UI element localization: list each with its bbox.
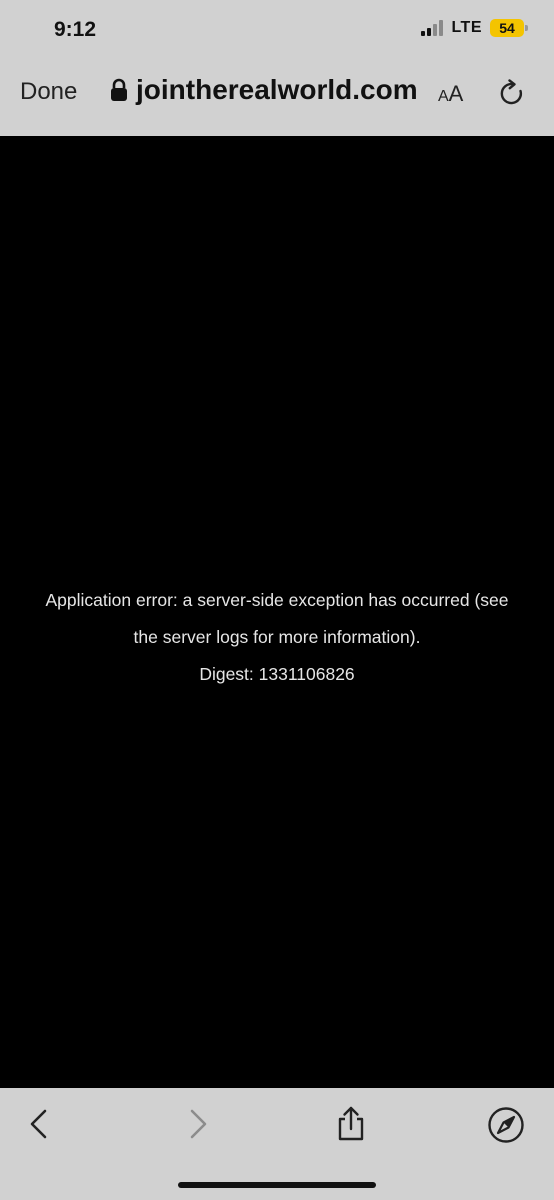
status-time: 9:12	[54, 18, 97, 41]
battery-icon: 54	[490, 19, 528, 37]
reload-icon[interactable]	[497, 78, 527, 108]
chevron-right-icon[interactable]	[180, 1106, 216, 1142]
error-message: Application error: a server-side excepti…	[0, 582, 554, 693]
error-line-2: the server logs for more information).	[133, 627, 421, 647]
done-button[interactable]: Done	[20, 78, 77, 106]
lock-icon	[111, 78, 127, 101]
address-bar[interactable]: jointherealworld.com	[110, 74, 418, 106]
signal-icon	[421, 20, 444, 36]
battery-level: 54	[499, 20, 515, 36]
home-indicator	[178, 1182, 376, 1188]
status-indicators: LTE 54	[421, 19, 528, 37]
error-line-1: Application error: a server-side excepti…	[45, 590, 509, 610]
browser-nav-row: Done jointherealworld.com AA	[0, 70, 554, 116]
chevron-left-icon[interactable]	[22, 1106, 58, 1142]
top-toolbar: 9:12 LTE 54 Done jointherealworld.com AA	[0, 0, 554, 136]
compass-icon[interactable]	[487, 1106, 525, 1144]
web-content: Application error: a server-side excepti…	[0, 136, 554, 1088]
network-type: LTE	[451, 19, 482, 36]
url-domain: jointherealworld.com	[136, 74, 418, 105]
share-icon[interactable]	[333, 1106, 369, 1142]
bottom-toolbar	[0, 1088, 554, 1200]
reader-options-button[interactable]: AA	[438, 81, 463, 107]
error-digest: Digest: 1331106826	[199, 664, 355, 684]
